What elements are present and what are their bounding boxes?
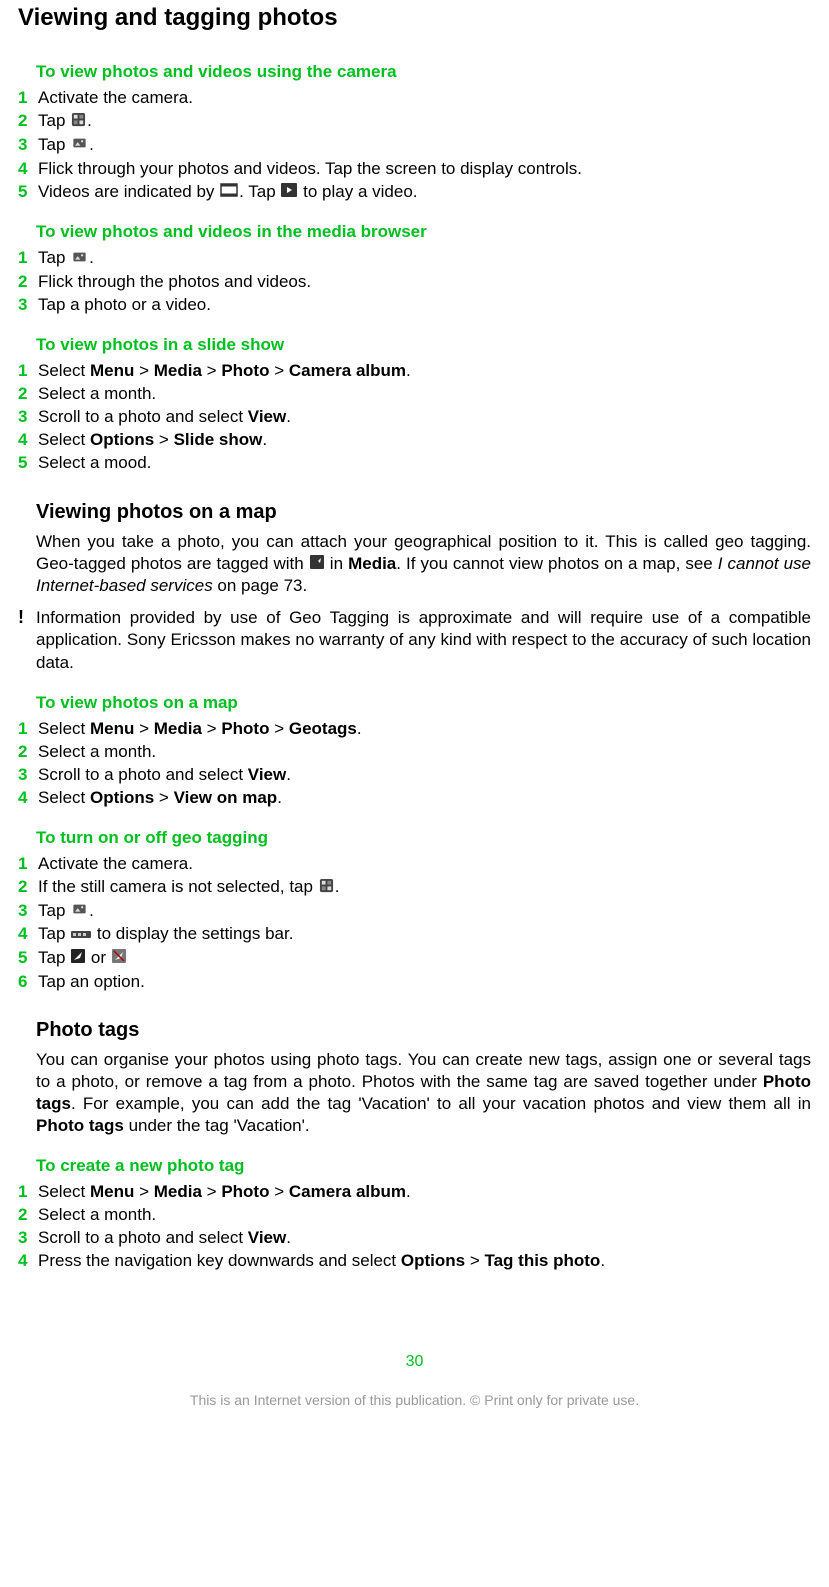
step-number: 3 [18,406,38,428]
step-text: Flick through your photos and videos. Ta… [38,158,811,180]
geo-arrow-icon [310,553,324,575]
step-text: Select Options > View on map. [38,787,811,809]
gallery-icon [71,900,88,922]
step-number: 4 [18,1250,38,1272]
step-text: Activate the camera. [38,853,811,875]
step-number: 2 [18,876,38,898]
step-number: 2 [18,271,38,293]
subheading-view-camera: To view photos and videos using the came… [36,61,811,83]
step-text: Select Menu > Media > Photo > Camera alb… [38,360,811,382]
step-number: 1 [18,360,38,382]
step-number: 3 [18,900,38,922]
settings-bar-icon [71,924,91,946]
step-number: 2 [18,383,38,405]
step-text: Tap a photo or a video. [38,294,811,316]
subheading-view-media-browser: To view photos and videos in the media b… [36,221,811,243]
note-text: Information provided by use of Geo Taggi… [36,607,811,673]
step-text: Scroll to a photo and select View. [38,1227,811,1249]
step-number: 3 [18,1227,38,1249]
gallery-icon [71,134,88,156]
step-text: Tap . [38,110,811,133]
steps-create-tag: 1Select Menu > Media > Photo > Camera al… [18,1181,811,1272]
step-text: Tap an option. [38,971,811,993]
paragraph-geo-intro: When you take a photo, you can attach yo… [36,531,811,598]
important-icon: ! [18,607,36,626]
step-text: Activate the camera. [38,87,811,109]
gallery-icon [71,248,88,270]
camera-mode-icon [71,111,86,133]
heading-viewing-on-map: Viewing photos on a map [36,499,811,525]
page-title: Viewing and tagging photos [18,2,811,33]
step-text: Select Options > Slide show. [38,429,811,451]
steps-view-on-map: 1Select Menu > Media > Photo > Geotags. … [18,718,811,809]
step-text: Select a month. [38,741,811,763]
subheading-slide-show: To view photos in a slide show [36,334,811,356]
note-geo-accuracy: ! Information provided by use of Geo Tag… [18,607,811,673]
step-number: 5 [18,947,38,969]
geo-off-icon [112,947,126,969]
step-text: Flick through the photos and videos. [38,271,811,293]
steps-geo-toggle: 1Activate the camera. 2If the still came… [18,853,811,992]
paragraph-photo-tags: You can organise your photos using photo… [36,1049,811,1137]
step-number: 6 [18,971,38,993]
step-text: Select Menu > Media > Photo > Geotags. [38,718,811,740]
footer-text: This is an Internet version of this publ… [18,1391,811,1409]
step-number: 2 [18,110,38,132]
step-text: Tap to display the settings bar. [38,923,811,946]
subheading-view-on-map: To view photos on a map [36,692,811,714]
step-text: If the still camera is not selected, tap… [38,876,811,899]
step-number: 3 [18,134,38,156]
step-number: 4 [18,787,38,809]
step-text: Select a month. [38,383,811,405]
page-number: 30 [18,1352,811,1373]
step-number: 5 [18,452,38,474]
step-text: Videos are indicated by . Tap to play a … [38,181,811,204]
step-text: Select Menu > Media > Photo > Camera alb… [38,1181,811,1203]
step-number: 5 [18,181,38,203]
steps-slide-show: 1Select Menu > Media > Photo > Camera al… [18,360,811,474]
step-text: Tap or [38,947,811,970]
step-text: Scroll to a photo and select View. [38,764,811,786]
geo-on-icon [71,947,85,969]
step-number: 3 [18,764,38,786]
steps-view-camera: 1Activate the camera. 2Tap . 3Tap . 4Fli… [18,87,811,203]
step-number: 4 [18,923,38,945]
video-frame-icon [220,181,238,203]
step-number: 2 [18,741,38,763]
step-number: 1 [18,87,38,109]
camera-mode-icon [319,877,334,899]
step-text: Select a mood. [38,452,811,474]
play-icon [281,181,297,203]
step-number: 1 [18,718,38,740]
steps-view-media-browser: 1Tap . 2Flick through the photos and vid… [18,247,811,316]
step-number: 4 [18,429,38,451]
heading-photo-tags: Photo tags [36,1017,811,1043]
subheading-create-tag: To create a new photo tag [36,1155,811,1177]
step-number: 3 [18,294,38,316]
step-text: Tap . [38,247,811,270]
step-text: Tap . [38,900,811,923]
step-text: Select a month. [38,1204,811,1226]
step-text: Tap . [38,134,811,157]
step-number: 1 [18,1181,38,1203]
step-text: Scroll to a photo and select View. [38,406,811,428]
step-number: 4 [18,158,38,180]
step-number: 2 [18,1204,38,1226]
step-text: Press the navigation key downwards and s… [38,1250,811,1272]
step-number: 1 [18,853,38,875]
step-number: 1 [18,247,38,269]
subheading-geo-toggle: To turn on or off geo tagging [36,827,811,849]
